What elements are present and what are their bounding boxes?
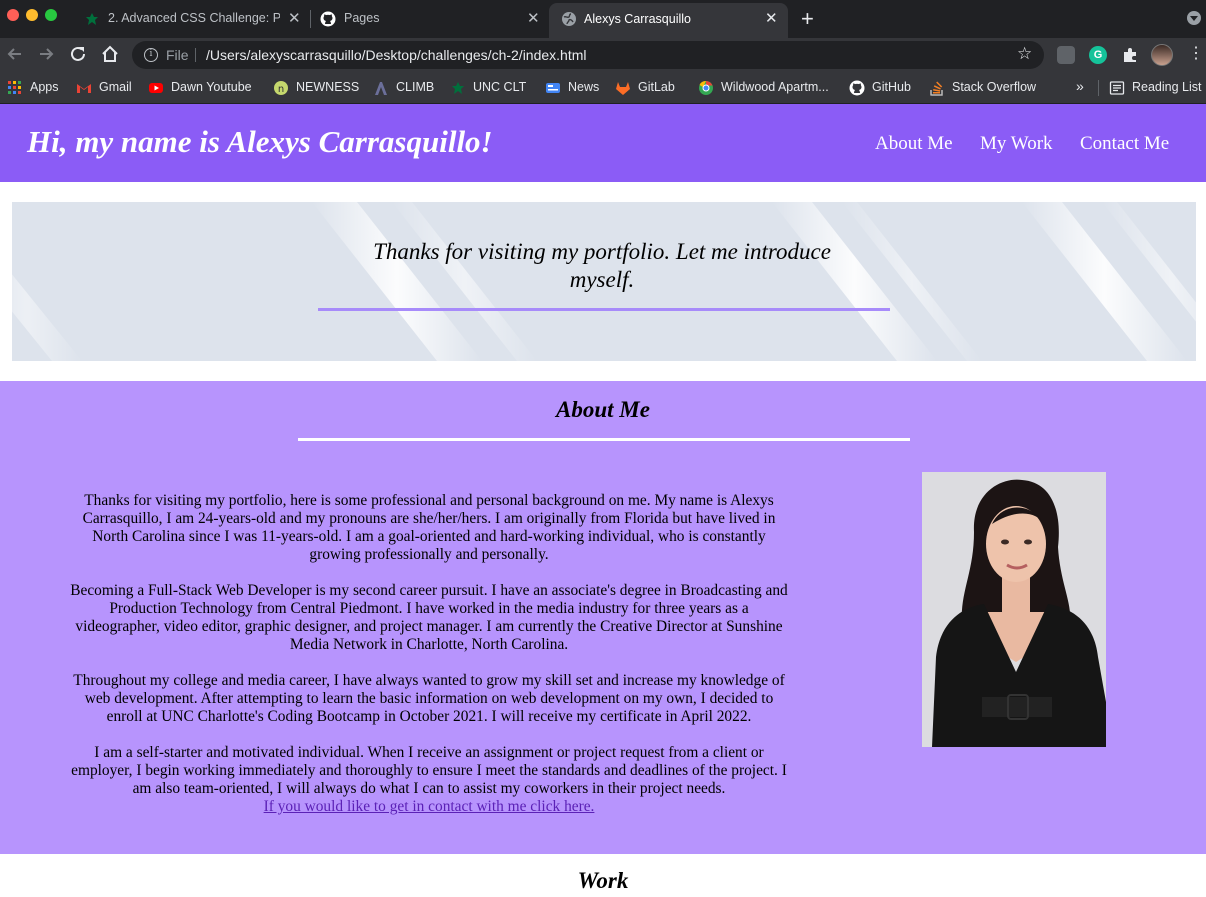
about-paragraph: Thanks for visiting my portfolio, here i… xyxy=(82,492,776,563)
tab-title: 2. Advanced CSS Challenge: Pr xyxy=(108,11,280,25)
stackoverflow-icon xyxy=(930,81,943,96)
close-tab-icon[interactable]: ✕ xyxy=(288,9,301,27)
extensions-puzzle-icon[interactable] xyxy=(1121,46,1139,64)
svg-text:n: n xyxy=(278,84,284,95)
about-me-text: Thanks for visiting my portfolio, here i… xyxy=(66,492,792,816)
profile-photo xyxy=(922,472,1106,747)
bookmark-label: Gmail xyxy=(99,80,132,94)
browser-tab-strip: 2. Advanced CSS Challenge: Pr ✕ Pages ✕ … xyxy=(0,0,1206,38)
about-paragraph: Becoming a Full-Stack Web Developer is m… xyxy=(70,582,788,653)
climb-icon xyxy=(375,82,387,95)
profile-avatar[interactable] xyxy=(1151,44,1173,66)
site-info-icon[interactable]: i xyxy=(144,48,158,62)
contact-link[interactable]: If you would like to get in contact with… xyxy=(264,798,595,815)
bookmarks-overflow-icon[interactable]: » xyxy=(1076,78,1084,94)
portrait-illustration xyxy=(922,472,1106,747)
nav-my-work-link[interactable]: My Work xyxy=(980,133,1053,155)
globe-icon xyxy=(562,12,576,26)
about-paragraph: Throughout my college and media career, … xyxy=(73,672,785,725)
url-text[interactable]: /Users/alexyscarrasquillo/Desktop/challe… xyxy=(206,47,587,63)
apps-grid-icon xyxy=(8,81,21,94)
browser-toolbar: i File /Users/alexyscarrasquillo/Desktop… xyxy=(0,38,1206,72)
bookmarks-bar: Apps Gmail Dawn Youtube n NEWNESS CLIMB … xyxy=(0,72,1206,104)
tab-separator xyxy=(310,10,311,28)
nav-about-me-link[interactable]: About Me xyxy=(875,133,953,155)
site-header: Hi, my name is Alexys Carrasquillo! Abou… xyxy=(0,104,1206,182)
bookmark-label: UNC CLT xyxy=(473,80,527,94)
chrome-icon xyxy=(699,80,713,95)
new-tab-button[interactable]: + xyxy=(801,6,814,32)
back-arrow-icon[interactable] xyxy=(4,43,26,65)
close-window-button[interactable] xyxy=(7,9,19,21)
close-tab-icon[interactable]: ✕ xyxy=(527,9,540,27)
reading-list-icon xyxy=(1109,81,1125,95)
bookmark-label: Wildwood Apartm... xyxy=(721,80,829,94)
reload-icon[interactable] xyxy=(67,43,89,65)
extension-icon[interactable] xyxy=(1057,46,1075,64)
bookmark-label: GitLab xyxy=(638,80,675,94)
tab-pages[interactable]: Pages ✕ xyxy=(320,0,540,38)
nav-contact-me-link[interactable]: Contact Me xyxy=(1080,133,1169,155)
site-title: Hi, my name is Alexys Carrasquillo! xyxy=(27,124,493,159)
close-tab-icon[interactable]: ✕ xyxy=(765,9,778,27)
bookmarks-separator xyxy=(1098,80,1099,96)
about-paragraph: I am a self-starter and motivated indivi… xyxy=(71,744,787,797)
github-icon xyxy=(849,80,865,96)
maximize-window-button[interactable] xyxy=(45,9,57,21)
bookmark-label: Reading List xyxy=(1132,80,1202,94)
address-bar[interactable]: i File /Users/alexyscarrasquillo/Desktop… xyxy=(132,41,1044,69)
grammarly-icon[interactable]: G xyxy=(1089,46,1107,64)
unc-crest-icon xyxy=(86,13,98,25)
tab-search-icon[interactable] xyxy=(1187,11,1201,25)
tab-advanced-css-challenge[interactable]: 2. Advanced CSS Challenge: Pr ✕ xyxy=(84,0,302,38)
hero-intro-text: Thanks for visiting my portfolio. Let me… xyxy=(373,239,831,292)
about-me-heading: About Me xyxy=(556,397,650,422)
tab-title: Alexys Carrasquillo xyxy=(584,12,691,26)
work-heading: Work xyxy=(577,868,629,893)
news-icon xyxy=(546,83,560,93)
forward-arrow-icon[interactable] xyxy=(35,43,57,65)
bookmark-label: NEWNESS xyxy=(296,80,360,94)
bookmark-label: CLIMB xyxy=(396,80,435,94)
bookmark-label: Stack Overflow xyxy=(952,80,1037,94)
bookmark-label: News xyxy=(568,80,600,94)
omnibox-divider xyxy=(195,48,196,62)
url-scheme-label: File xyxy=(166,47,189,63)
github-icon xyxy=(320,11,336,27)
bookmark-label: Apps xyxy=(30,80,59,94)
about-me-divider xyxy=(298,438,910,441)
tab-title: Pages xyxy=(344,11,380,25)
minimize-window-button[interactable] xyxy=(26,9,38,21)
youtube-icon xyxy=(149,83,163,93)
hero-divider xyxy=(318,308,890,311)
hero-banner: Thanks for visiting my portfolio. Let me… xyxy=(12,202,1196,361)
bookmark-label: Dawn Youtube xyxy=(171,80,252,94)
gitlab-icon xyxy=(616,82,630,95)
bookmark-label: GitHub xyxy=(872,80,911,94)
browser-menu-icon[interactable]: ⋮ xyxy=(1188,44,1204,64)
bookmark-star-icon[interactable]: ☆ xyxy=(1017,44,1032,64)
unc-crest-icon xyxy=(452,82,464,94)
newness-icon: n xyxy=(274,81,288,95)
gmail-icon xyxy=(77,84,91,93)
tab-alexys-carrasquillo[interactable]: Alexys Carrasquillo ✕ xyxy=(549,3,788,38)
about-me-section: About Me Thanks for visiting my portfoli… xyxy=(0,381,1206,854)
home-icon[interactable] xyxy=(99,43,121,65)
